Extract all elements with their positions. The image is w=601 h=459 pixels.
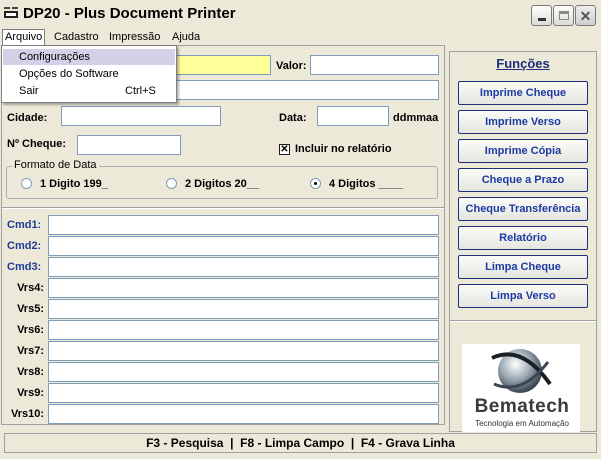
data-label: Data:: [279, 112, 307, 124]
function-button[interactable]: Imprime Cópia: [458, 139, 588, 163]
functions-title: Funções: [496, 56, 550, 71]
function-button[interactable]: Limpa Verso: [458, 284, 588, 308]
function-button[interactable]: Imprime Cheque: [458, 81, 588, 105]
function-button[interactable]: Cheque Transferência: [458, 197, 588, 221]
menu-item-label: Configurações: [19, 51, 90, 63]
checkmark-icon: ✕: [280, 144, 289, 155]
separator: [2, 207, 444, 209]
minimize-button[interactable]: [531, 5, 552, 26]
radio-1-digito-label: 1 Digito 199_: [40, 178, 108, 190]
close-icon: ✕: [579, 7, 592, 24]
window-title: DP20 - Plus Document Printer: [23, 5, 236, 22]
radio-2-digitos-label: 2 Digitos 20__: [185, 178, 259, 190]
menu-item-sair[interactable]: Sair Ctrl+S: [3, 83, 175, 99]
menu-impressao[interactable]: Impressão: [107, 30, 162, 44]
menu-item-label: Opções do Software: [19, 68, 119, 80]
radio-2-digitos[interactable]: [166, 178, 177, 189]
data-format-label: ddmmaa: [393, 112, 439, 124]
command-field[interactable]: [48, 299, 439, 319]
function-button-label: Imprime Verso: [485, 116, 561, 128]
command-label: Cmd2:: [7, 240, 42, 252]
incluir-checkbox[interactable]: ✕: [279, 144, 290, 155]
bematech-logo: Bematech Tecnologia em Automação: [462, 344, 580, 432]
arquivo-dropdown: Configurações Opções do Software Sair Ct…: [1, 45, 177, 103]
cheque-number-field[interactable]: [77, 135, 181, 155]
function-button-label: Limpa Cheque: [485, 261, 561, 273]
cidade-field[interactable]: [61, 106, 221, 126]
cheque-label: Nº Cheque:: [7, 138, 67, 150]
incluir-label: Incluir no relatório: [295, 143, 392, 155]
data-field[interactable]: [317, 106, 389, 126]
radio-1-digito[interactable]: [21, 178, 32, 189]
menu-cadastro[interactable]: Cadastro: [52, 30, 101, 44]
menu-item-label: Sair: [19, 85, 39, 97]
maximize-icon: [558, 11, 569, 20]
command-label: Cmd1:: [7, 219, 42, 231]
function-button-label: Limpa Verso: [490, 290, 556, 302]
radio-4-digitos[interactable]: [310, 178, 321, 189]
valor-field[interactable]: [310, 55, 439, 75]
menu-bar: Arquivo Cadastro Impressão Ajuda: [0, 29, 601, 45]
command-label: Vrs9:: [17, 387, 44, 399]
menu-ajuda[interactable]: Ajuda: [170, 30, 202, 44]
cidade-label: Cidade:: [7, 112, 48, 124]
command-field[interactable]: [48, 320, 439, 340]
command-field[interactable]: [48, 215, 439, 235]
menu-item-shortcut: Ctrl+S: [125, 85, 156, 97]
function-button[interactable]: Cheque a Prazo: [458, 168, 588, 192]
command-label: Vrs10:: [10, 408, 44, 420]
functions-panel: Funções Imprime Cheque Imprime Verso Impri…: [449, 51, 597, 432]
radio-4-digitos-label: 4 Digitos ____: [329, 178, 403, 190]
function-button-label: Cheque Transferência: [465, 203, 581, 215]
command-field[interactable]: [48, 362, 439, 382]
printer-app-icon: [3, 6, 19, 20]
menu-item-configuracoes[interactable]: Configurações: [3, 49, 175, 65]
function-button-label: Relatório: [499, 232, 547, 244]
command-field[interactable]: [48, 383, 439, 403]
command-label: Vrs7:: [17, 345, 44, 357]
command-field[interactable]: [48, 236, 439, 256]
function-button[interactable]: Limpa Cheque: [458, 255, 588, 279]
command-label: Vrs8:: [17, 366, 44, 378]
function-button-label: Cheque a Prazo: [481, 174, 565, 186]
menu-arquivo[interactable]: Arquivo: [2, 29, 46, 45]
command-label: Cmd3:: [7, 261, 42, 273]
logo-name: Bematech: [474, 396, 570, 417]
function-button-label: Imprime Cheque: [479, 87, 567, 99]
title-bar: DP20 - Plus Document Printer ✕: [0, 0, 601, 29]
function-button[interactable]: Imprime Verso: [458, 110, 588, 134]
function-button[interactable]: Relatório: [458, 226, 588, 250]
function-button-label: Imprime Cópia: [484, 145, 562, 157]
command-label: Vrs5:: [17, 303, 44, 315]
command-label: Vrs4:: [17, 282, 44, 294]
logo-tagline: Tecnologia em Automação: [475, 419, 569, 428]
command-label: Vrs6:: [17, 324, 44, 336]
command-field[interactable]: [48, 341, 439, 361]
close-button[interactable]: ✕: [575, 5, 596, 26]
maximize-button[interactable]: [553, 5, 574, 26]
separator: [450, 320, 596, 322]
valor-label: Valor:: [276, 60, 307, 72]
command-field[interactable]: [48, 404, 439, 424]
status-text: F3 - Pesquisa | F8 - Limpa Campo | F4 - …: [146, 436, 455, 450]
minimize-icon: [537, 18, 546, 21]
menu-item-opcoes[interactable]: Opções do Software: [3, 66, 175, 82]
status-bar: F3 - Pesquisa | F8 - Limpa Campo | F4 - …: [4, 433, 597, 453]
formato-data-title: Formato de Data: [12, 159, 99, 171]
command-field[interactable]: [48, 257, 439, 277]
command-field[interactable]: [48, 278, 439, 298]
